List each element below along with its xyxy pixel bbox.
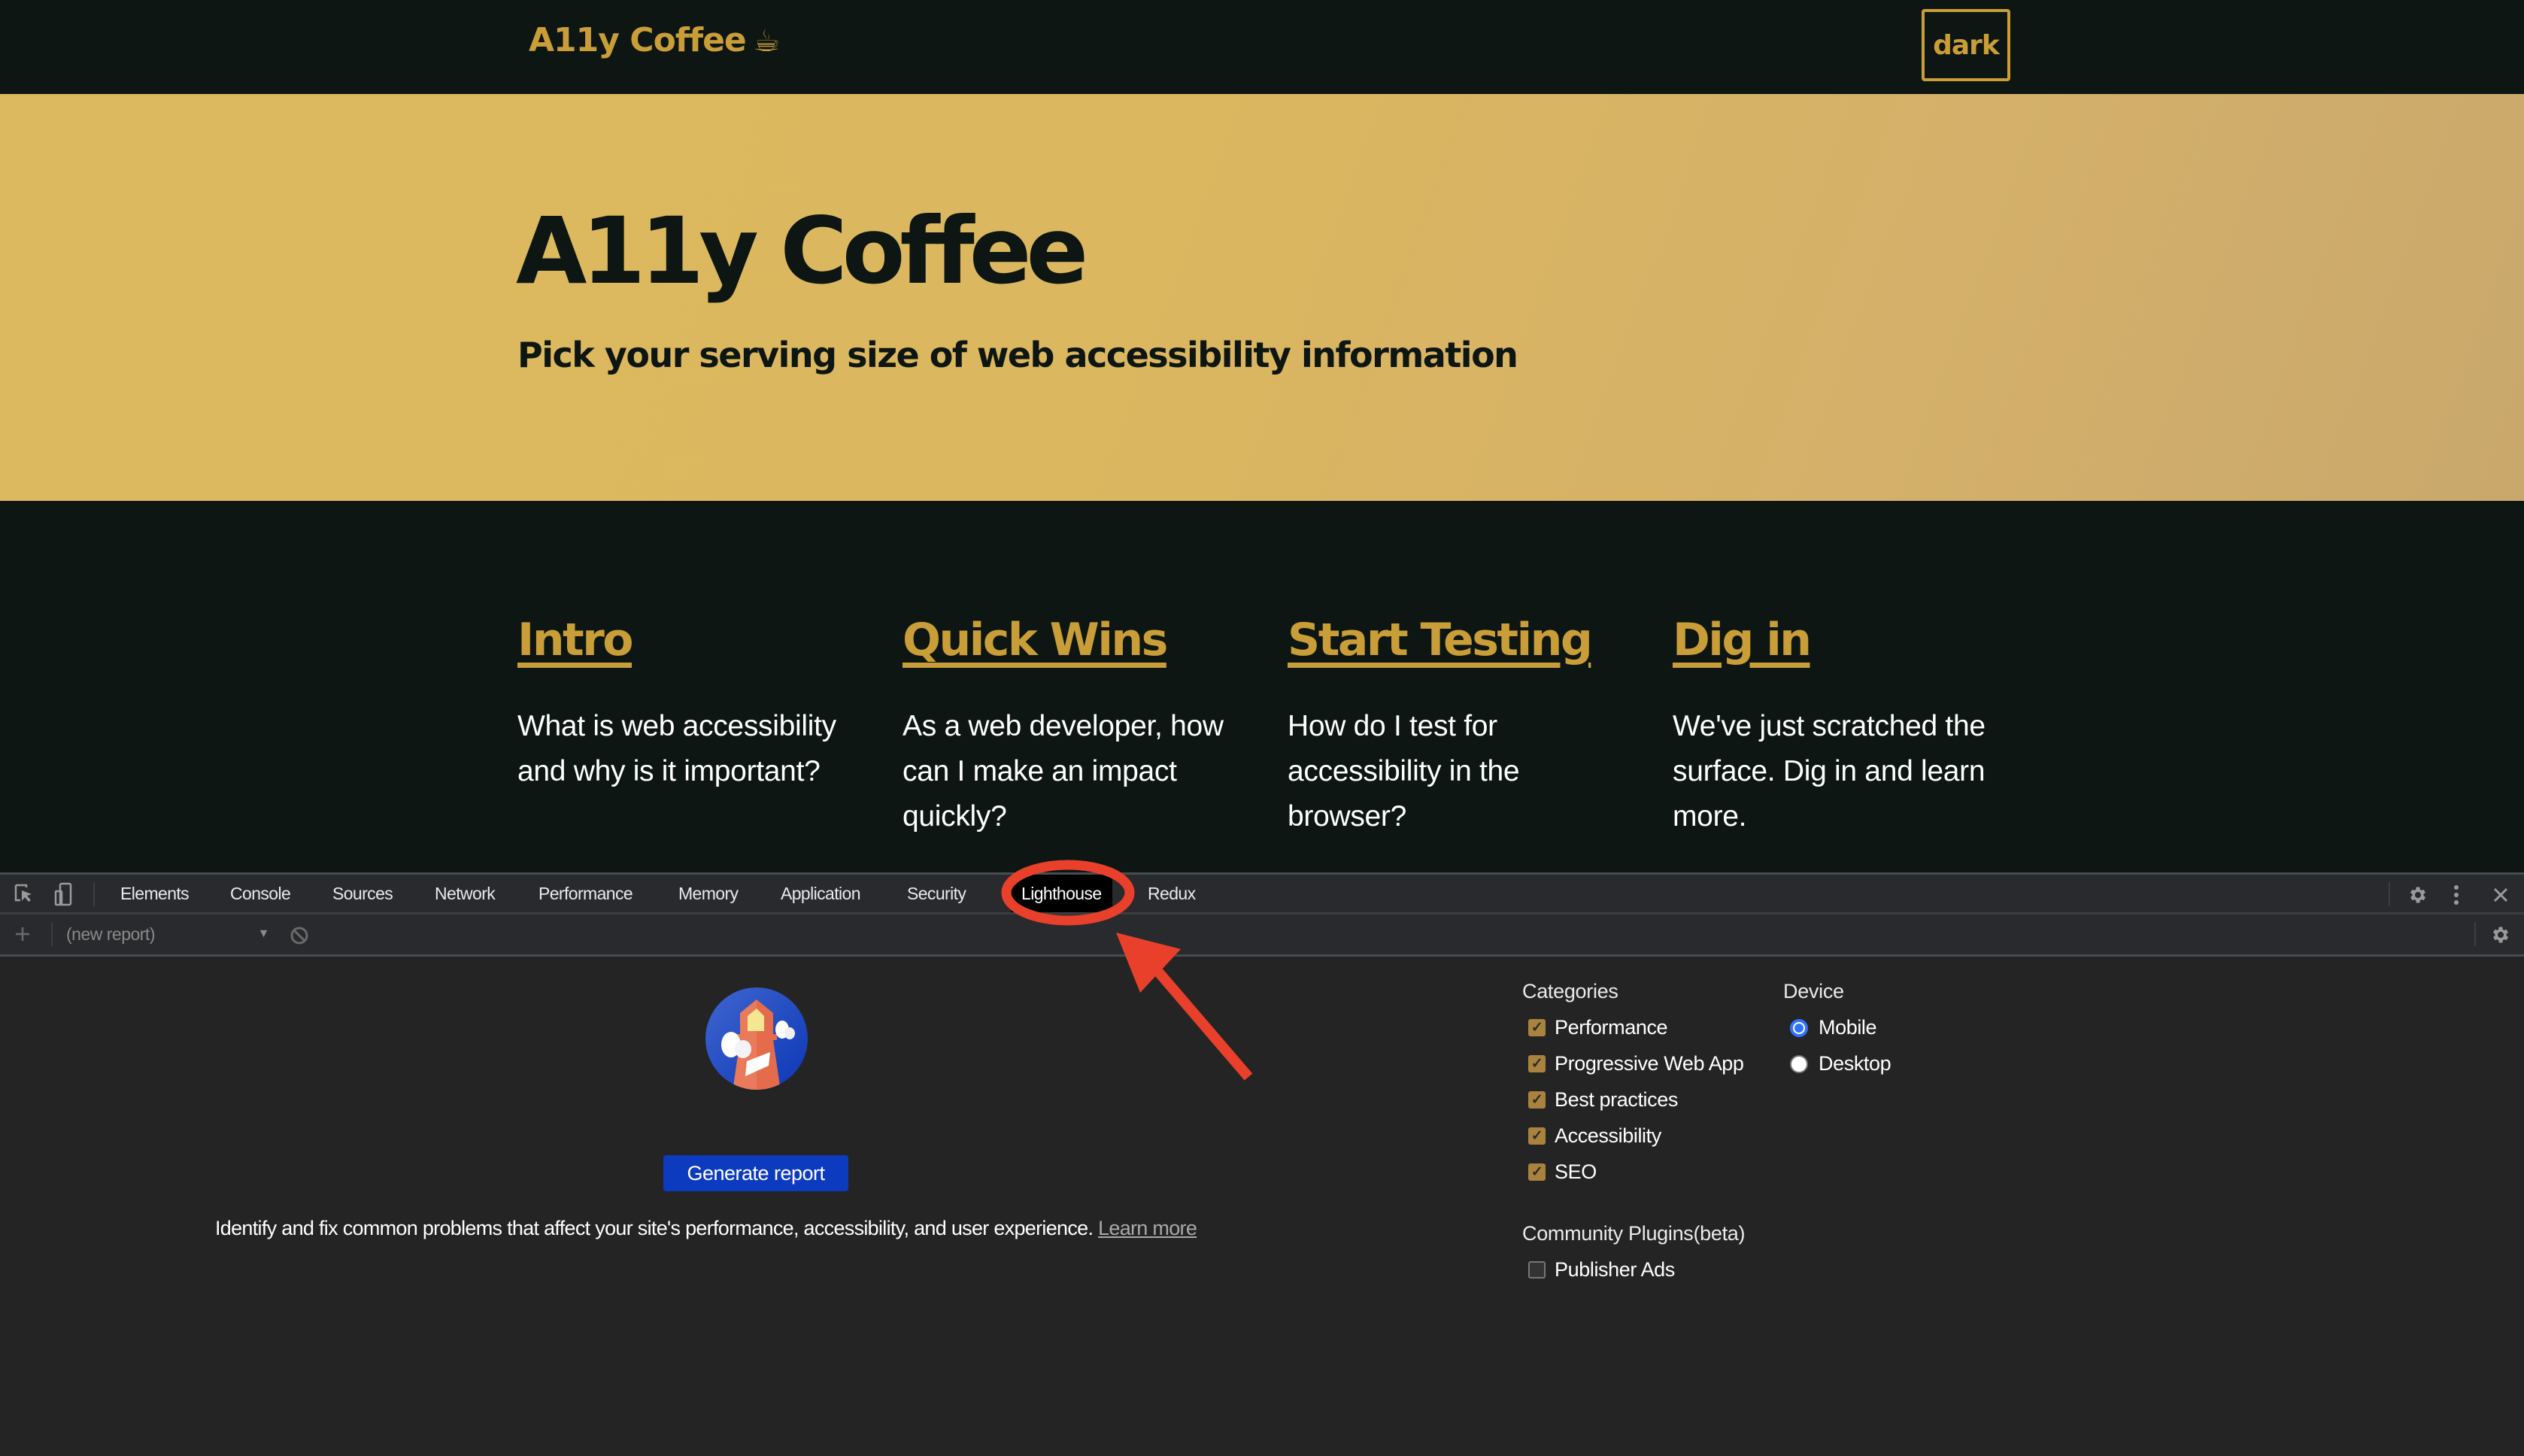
gear-icon[interactable] <box>2489 924 2512 946</box>
tab-application[interactable]: Application <box>781 875 861 912</box>
device-heading: Device <box>1783 980 1844 1003</box>
category-accessibility[interactable]: ✓ Accessibility <box>1528 1124 1661 1148</box>
checkbox-checked-icon[interactable]: ✓ <box>1528 1127 1546 1145</box>
coffee-cup-icon: ☕ <box>753 24 781 59</box>
card-link-quick-wins[interactable]: Quick Wins <box>903 614 1168 666</box>
lighthouse-description: Identify and fix common problems that af… <box>215 1217 1197 1240</box>
tab-network[interactable]: Network <box>435 875 496 912</box>
site-header: A11y Coffee ☕ dark <box>0 0 2524 94</box>
topic-cards: Intro What is web accessibility and why … <box>0 501 2524 872</box>
block-icon[interactable] <box>289 925 310 946</box>
toolbar-divider <box>2474 922 2476 946</box>
checkbox-checked-icon[interactable]: ✓ <box>1528 1055 1546 1072</box>
card-link-start-testing[interactable]: Start Testing <box>1288 614 1593 666</box>
toolbar-divider <box>93 882 95 906</box>
device-mobile[interactable]: Mobile <box>1790 1016 1877 1039</box>
gear-icon[interactable] <box>2407 884 2429 906</box>
category-label: Accessibility <box>1555 1124 1661 1147</box>
plugins-heading: Community Plugins(beta) <box>1522 1222 1746 1245</box>
category-best-practices[interactable]: ✓ Best practices <box>1528 1088 1678 1112</box>
card-description: As a web developer, how can I make an im… <box>903 710 1224 833</box>
tab-memory[interactable]: Memory <box>678 875 739 912</box>
close-icon[interactable] <box>2491 885 2510 905</box>
category-label: Progressive Web App <box>1555 1052 1744 1075</box>
card-dig-in: Dig in We've just scratched the surface.… <box>1673 614 2019 839</box>
category-performance[interactable]: ✓ Performance <box>1528 1016 1668 1039</box>
card-link-intro[interactable]: Intro <box>517 614 634 666</box>
tab-console[interactable]: Console <box>230 875 291 912</box>
plugin-label: Publisher Ads <box>1555 1258 1675 1281</box>
plugin-publisher-ads[interactable]: Publisher Ads <box>1528 1258 1675 1282</box>
card-link-dig-in[interactable]: Dig in <box>1673 614 1812 666</box>
toolbar-divider <box>2389 882 2390 906</box>
theme-toggle-button[interactable]: dark <box>1922 9 2010 81</box>
card-start-testing: Start Testing How do I test for accessib… <box>1288 614 1634 839</box>
card-quick-wins: Quick Wins As a web developer, how can I… <box>903 614 1248 839</box>
radio-unselected-icon[interactable] <box>1790 1054 1808 1073</box>
checkbox-checked-icon[interactable]: ✓ <box>1528 1019 1546 1036</box>
category-seo[interactable]: ✓ SEO <box>1528 1160 1597 1184</box>
device-label: Mobile <box>1819 1016 1877 1039</box>
radio-selected-icon[interactable] <box>1790 1018 1808 1037</box>
tab-performance[interactable]: Performance <box>538 875 633 912</box>
device-toolbar-icon[interactable] <box>53 882 74 906</box>
device-desktop[interactable]: Desktop <box>1790 1052 1891 1075</box>
site-logo[interactable]: A11y Coffee ☕ <box>529 21 781 59</box>
card-description: We've just scratched the surface. Dig in… <box>1673 710 1986 833</box>
category-label: SEO <box>1555 1160 1597 1183</box>
tab-elements[interactable]: Elements <box>120 875 190 912</box>
tab-lighthouse[interactable]: Lighthouse <box>1011 875 1112 912</box>
lighthouse-toolbar: (new report) ▼ <box>0 915 2524 957</box>
category-label: Best practices <box>1555 1088 1678 1111</box>
hero-title: A11y Coffee <box>516 198 1088 305</box>
tab-redux[interactable]: Redux <box>1148 875 1196 912</box>
checkbox-unchecked-icon[interactable] <box>1528 1261 1546 1279</box>
toolbar-divider <box>51 922 53 946</box>
checkbox-checked-icon[interactable]: ✓ <box>1528 1163 1546 1181</box>
site-logo-text: A11y Coffee <box>529 21 747 59</box>
lighthouse-logo-icon <box>704 986 809 1091</box>
kebab-menu-icon[interactable] <box>2449 884 2464 906</box>
category-pwa[interactable]: ✓ Progressive Web App <box>1528 1052 1744 1075</box>
tab-security[interactable]: Security <box>907 875 966 912</box>
category-label: Performance <box>1555 1016 1668 1039</box>
devtools-panel: Elements Console Sources Network Perform… <box>0 872 2524 1456</box>
learn-more-link[interactable]: Learn more <box>1098 1217 1197 1239</box>
tab-sources[interactable]: Sources <box>332 875 393 912</box>
inspect-element-icon[interactable] <box>14 884 35 905</box>
report-select-value: (new report) <box>66 924 155 944</box>
plus-icon[interactable] <box>14 925 32 943</box>
card-intro: Intro What is web accessibility and why … <box>517 614 863 794</box>
report-select-dropdown[interactable]: (new report) ▼ <box>66 921 270 948</box>
checkbox-checked-icon[interactable]: ✓ <box>1528 1091 1546 1109</box>
device-label: Desktop <box>1819 1052 1891 1075</box>
hero-banner: A11y Coffee Pick your serving size of we… <box>0 94 2524 501</box>
hero-subtitle: Pick your serving size of web accessibil… <box>517 335 1518 375</box>
devtools-tab-bar: Elements Console Sources Network Perform… <box>0 875 2524 915</box>
card-description: How do I test for accessibility in the b… <box>1288 710 1520 833</box>
lighthouse-description-text: Identify and fix common problems that af… <box>215 1217 1094 1239</box>
categories-heading: Categories <box>1522 980 1618 1003</box>
card-description: What is web accessibility and why is it … <box>517 710 836 787</box>
caret-down-icon: ▼ <box>257 927 270 940</box>
generate-report-button[interactable]: Generate report <box>663 1155 848 1191</box>
